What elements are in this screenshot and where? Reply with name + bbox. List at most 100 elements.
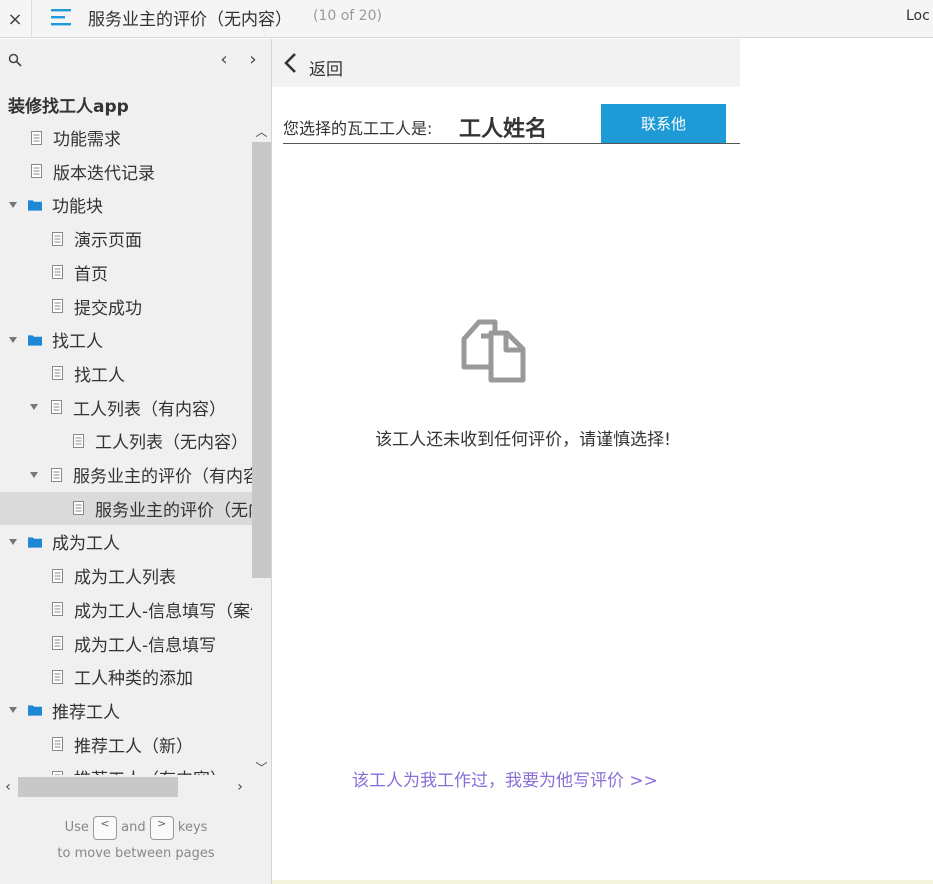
page-icon xyxy=(71,500,85,516)
scroll-up-icon[interactable]: ︿ xyxy=(255,125,268,139)
bottom-strip xyxy=(272,880,933,884)
page-icon xyxy=(71,433,85,449)
tree-page[interactable]: 服务业主的评价（无内容） xyxy=(0,491,252,525)
folder-icon xyxy=(28,534,42,550)
scroll-thumb-horizontal[interactable] xyxy=(18,777,178,797)
scroll-thumb[interactable] xyxy=(252,142,271,578)
tree-page[interactable]: 工人列表（无内容） xyxy=(0,424,252,457)
hint-and: and xyxy=(121,820,146,835)
expand-caret-icon[interactable] xyxy=(8,705,18,715)
tree-page[interactable]: 工人种类的添加 xyxy=(0,660,252,693)
vertical-scrollbar[interactable]: ︿ ﹀ xyxy=(252,121,271,781)
tree-item-label: 服务业主的评价（无内容） xyxy=(95,500,252,521)
folder-icon xyxy=(28,702,42,718)
page-icon xyxy=(50,669,64,685)
tree-folder[interactable]: 功能块 xyxy=(0,188,252,221)
next-page-button[interactable]: › xyxy=(246,49,260,70)
back-bar[interactable]: 返回 xyxy=(272,39,740,87)
folder-icon xyxy=(28,332,42,348)
page-count: (10 of 20) xyxy=(313,8,382,24)
tree-page[interactable]: 推荐工人（新） xyxy=(0,728,252,761)
tree-page[interactable]: 成为工人-信息填写 xyxy=(0,627,252,660)
tree-item-label: 成为工人-信息填写 xyxy=(74,635,217,656)
page-icon xyxy=(50,264,64,280)
tree-item-label: 找工人 xyxy=(52,332,103,353)
folder-icon xyxy=(28,197,42,213)
key-next: > xyxy=(149,815,174,840)
tree-page[interactable]: 演示页面 xyxy=(0,222,252,255)
tree-item-label: 功能需求 xyxy=(53,130,121,150)
top-right-text[interactable]: Loc xyxy=(906,8,930,24)
page-title: 服务业主的评价（无内容） xyxy=(88,10,292,30)
hint-use: Use xyxy=(64,820,89,835)
expand-caret-icon[interactable] xyxy=(8,537,18,547)
menu-icon[interactable] xyxy=(50,6,72,28)
page-icon xyxy=(49,467,63,483)
prototype-canvas: 返回 您选择的瓦工工人是: 工人姓名 联系他 该工人还未收到任何评价，请谨慎选择… xyxy=(272,39,933,884)
page-tree: 功能需求 版本迭代记录 功能块 演示页面 首页 提交成功 找工人 找工人 工人列表（有内容） 工人… xyxy=(0,121,252,775)
tree-page[interactable]: 推荐工人（有内容） xyxy=(0,761,252,775)
scroll-down-icon[interactable]: ﹀ xyxy=(255,761,268,775)
empty-documents-icon xyxy=(461,319,526,383)
back-chevron-icon[interactable] xyxy=(282,51,298,75)
tree-item-label: 工人列表（无内容） xyxy=(95,433,248,454)
tree-page[interactable]: 首页 xyxy=(0,256,252,289)
search-icon[interactable] xyxy=(8,53,22,67)
tree-folder[interactable]: 推荐工人 xyxy=(0,694,252,727)
project-title: 装修找工人app xyxy=(8,97,129,117)
expand-caret-icon[interactable] xyxy=(29,470,39,480)
tree-page[interactable]: 提交成功 xyxy=(0,290,252,323)
expand-caret-icon[interactable] xyxy=(8,335,18,345)
page-icon xyxy=(50,568,64,584)
page-icon xyxy=(50,635,64,651)
tree-item-label: 推荐工人（新） xyxy=(74,736,193,757)
tree-item-label: 首页 xyxy=(74,264,108,285)
sidebar: ‹ › 装修找工人app 功能需求 版本迭代记录 功能块 演示页面 首页 提交成功 找工人找… xyxy=(0,39,272,884)
horizontal-scrollbar[interactable]: ‹ › xyxy=(0,777,252,797)
expand-caret-icon[interactable] xyxy=(8,200,18,210)
tree-item-label: 找工人 xyxy=(74,365,125,386)
page-icon xyxy=(50,298,64,314)
worker-label: 您选择的瓦工工人是: xyxy=(283,119,433,138)
scroll-right-icon[interactable]: › xyxy=(234,779,246,795)
tree-page[interactable]: 工人列表（有内容） xyxy=(0,391,252,424)
tree-item-label: 服务业主的评价（有内容） xyxy=(73,467,252,487)
worker-name: 工人姓名 xyxy=(459,117,548,142)
tree-page[interactable]: 找工人 xyxy=(0,357,252,390)
tree-item-label: 工人列表（有内容） xyxy=(73,399,226,420)
tree-item-label: 成为工人 xyxy=(52,534,120,555)
tree-page[interactable]: 成为工人-信息填写（案例） xyxy=(0,593,252,626)
tree-page[interactable]: 成为工人列表 xyxy=(0,559,252,592)
page-icon xyxy=(49,399,63,415)
tree-page[interactable]: 版本迭代记录 xyxy=(0,155,252,188)
write-review-link[interactable]: 该工人为我工作过，我要为他写评价 >> xyxy=(352,766,658,791)
page-icon xyxy=(50,736,64,752)
back-label[interactable]: 返回 xyxy=(309,55,343,80)
tree-item-label: 功能块 xyxy=(52,197,103,218)
tree-item-label: 推荐工人（有内容） xyxy=(74,765,227,775)
page-icon xyxy=(50,601,64,617)
page-icon xyxy=(50,365,64,381)
tree-item-label: 成为工人列表 xyxy=(74,568,176,589)
hint-line2: to move between pages xyxy=(57,846,215,861)
contact-button[interactable]: 联系他 xyxy=(601,104,726,143)
divider xyxy=(31,0,32,38)
tree-page[interactable]: 服务业主的评价（有内容） xyxy=(0,458,252,491)
expand-caret-icon[interactable] xyxy=(29,402,39,412)
prev-page-button[interactable]: ‹ xyxy=(217,49,231,70)
close-button[interactable]: × xyxy=(0,0,30,38)
empty-message: 该工人还未收到任何评价，请谨慎选择! xyxy=(375,430,671,450)
page-icon xyxy=(50,231,64,247)
page-icon xyxy=(50,770,64,775)
tree-folder[interactable]: 成为工人 xyxy=(0,525,252,558)
tree-folder[interactable]: 找工人 xyxy=(0,323,252,356)
top-bar: × 服务业主的评价（无内容） (10 of 20) Loc xyxy=(0,0,933,38)
tree-page[interactable]: 功能需求 xyxy=(0,121,252,154)
scroll-left-icon[interactable]: ‹ xyxy=(2,779,14,795)
keyboard-hint: Use < and > keys to move between pages xyxy=(0,815,271,867)
page-icon xyxy=(29,163,43,179)
worker-row: 您选择的瓦工工人是: 工人姓名 联系他 xyxy=(283,103,740,144)
tree-item-label: 演示页面 xyxy=(74,231,142,252)
page-icon xyxy=(29,130,43,146)
tree-item-label: 成为工人-信息填写（案例） xyxy=(74,601,252,622)
